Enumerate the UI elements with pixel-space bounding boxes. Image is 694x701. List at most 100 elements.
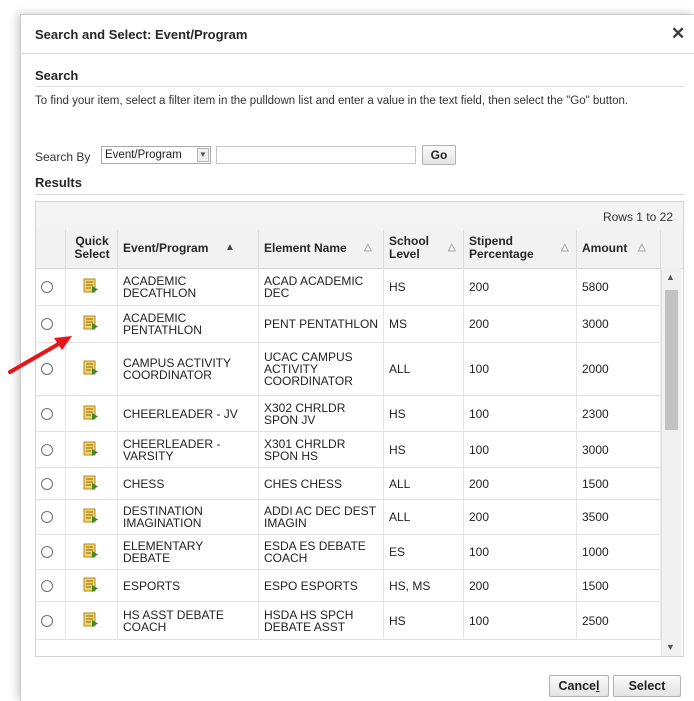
stipend-text: 200 xyxy=(469,578,490,593)
event-program-cell: ELEMENTARY DEBATE xyxy=(118,535,259,569)
amount-text: 3000 xyxy=(582,317,609,331)
event-text: DECATHLON xyxy=(123,285,197,300)
quick-select-icon[interactable] xyxy=(82,315,100,332)
quick-select-icon[interactable] xyxy=(82,441,100,458)
element-name-cell: ESDA ES DEBATE COACH xyxy=(259,535,384,569)
amount-cell: 2300 xyxy=(577,396,661,431)
row-radio[interactable] xyxy=(41,511,53,523)
quick-select-icon[interactable] xyxy=(82,360,100,377)
column-header-stipend-percentage[interactable]: Stipend Percentage △ xyxy=(464,230,577,268)
search-input[interactable] xyxy=(216,146,416,164)
amount-text: 5800 xyxy=(582,279,609,294)
event-program-cell: DESTINATION IMAGINATION xyxy=(118,500,259,534)
table-row[interactable]: HS ASST DEBATE COACH HSDA HS SPCH DEBATE AS… xyxy=(36,602,661,640)
amount-cell: 2500 xyxy=(577,602,661,639)
level-text: ALL xyxy=(389,510,411,524)
element-text: SPON HS xyxy=(264,448,319,463)
quick-select-icon[interactable] xyxy=(82,475,100,492)
element-text: SPON JV xyxy=(264,412,316,427)
element-text: COACH xyxy=(264,551,308,565)
radio-cell xyxy=(36,468,66,499)
column-header-school-level[interactable]: School Level △ xyxy=(384,230,464,268)
table-row[interactable]: ACADEMIC DECATHLON ACAD ACADEMIC DEC HS 200 58… xyxy=(36,268,661,306)
stipend-text: 200 xyxy=(469,279,490,294)
table-row[interactable]: ACADEMIC PENTATHLON PENT PENTATHLON MS 200 30… xyxy=(36,306,661,343)
column-header-element-name[interactable]: Element Name △ xyxy=(259,230,384,268)
table-row[interactable]: CAMPUS ACTIVITY COORDINATOR UCAC CAMPUS ACT… xyxy=(36,343,661,396)
table-row[interactable]: ESPORTS ESPO ESPORTS HS, MS 200 1500 xyxy=(36,570,661,602)
row-radio[interactable] xyxy=(41,280,53,293)
quick-select-icon[interactable] xyxy=(82,278,100,295)
cancel-label: Cance xyxy=(558,679,597,693)
quick-select-cell xyxy=(66,396,118,431)
search-by-select[interactable]: Event/Program ▼ xyxy=(101,146,211,164)
sort-icon[interactable]: △ xyxy=(364,242,372,253)
quick-select-icon[interactable] xyxy=(82,612,100,629)
row-radio[interactable] xyxy=(41,407,53,420)
quick-select-cell xyxy=(66,432,118,467)
amount-text: 2500 xyxy=(582,613,609,628)
amount-cell: 1500 xyxy=(577,570,661,601)
cancel-button[interactable]: Cancel xyxy=(549,675,609,697)
stipend-cell: 100 xyxy=(464,396,577,431)
search-heading-rule xyxy=(35,86,685,87)
quick-select-header-line2: Select xyxy=(74,247,110,261)
table-row[interactable]: CHEERLEADER - JV X302 CHRLDR SPON JV HS 100 2… xyxy=(36,396,661,432)
stipend-text: 100 xyxy=(469,442,490,457)
amount-cell: 3500 xyxy=(577,500,661,534)
stipend-cell: 200 xyxy=(464,306,577,342)
row-radio[interactable] xyxy=(41,363,53,375)
stipend-cell: 200 xyxy=(464,268,577,305)
row-radio[interactable] xyxy=(41,546,53,558)
school-level-cell: ALL xyxy=(384,343,464,395)
element-name-cell: ESPO ESPORTS xyxy=(259,570,384,601)
school-level-cell: HS xyxy=(384,268,464,305)
sort-icon[interactable]: △ xyxy=(561,242,569,253)
sort-icon[interactable]: △ xyxy=(638,242,646,253)
row-radio[interactable] xyxy=(41,443,53,456)
school-level-cell: HS xyxy=(384,602,464,639)
quick-select-header-line1: Quick xyxy=(75,234,109,248)
amount-text: 3500 xyxy=(582,510,609,524)
column-header-amount[interactable]: Amount △ xyxy=(577,230,661,268)
row-radio[interactable] xyxy=(41,477,53,490)
go-button[interactable]: Go xyxy=(422,145,456,165)
scroll-up-icon[interactable]: ▲ xyxy=(666,272,675,282)
quick-select-icon[interactable] xyxy=(82,405,100,422)
row-radio[interactable] xyxy=(41,318,53,330)
quick-select-icon[interactable] xyxy=(82,543,100,560)
row-radio[interactable] xyxy=(41,579,53,592)
select-button[interactable]: Select xyxy=(613,675,681,697)
sort-icon[interactable]: △ xyxy=(448,242,456,253)
column-header-event-program[interactable]: Event/Program ▲ xyxy=(118,230,259,268)
quick-select-icon[interactable] xyxy=(82,577,100,594)
quick-select-cell xyxy=(66,268,118,305)
school-level-header-line2: Level xyxy=(389,247,420,261)
radio-cell xyxy=(36,535,66,569)
element-text: IMAGIN xyxy=(264,516,307,530)
quick-select-cell xyxy=(66,306,118,342)
table-row[interactable]: DESTINATION IMAGINATION ADDI AC DEC DEST IM… xyxy=(36,500,661,535)
row-radio[interactable] xyxy=(41,614,53,627)
stipend-text: 200 xyxy=(469,476,490,491)
table-row[interactable]: CHESS CHES CHESS ALL 200 1500 xyxy=(36,468,661,500)
school-level-cell: HS xyxy=(384,396,464,431)
table-row[interactable]: ELEMENTARY DEBATE ESDA ES DEBATE COACH ES 100… xyxy=(36,535,661,570)
dialog-header: Search and Select: Event/Program ✕ xyxy=(21,15,694,54)
sort-ascending-icon[interactable]: ▲ xyxy=(225,242,235,253)
event-program-cell: CHEERLEADER - JV xyxy=(118,396,259,431)
table-row[interactable]: CHEERLEADER - VARSITY X301 CHRLDR SPON HS HS… xyxy=(36,432,661,468)
search-heading: Search xyxy=(35,68,79,83)
scroll-down-icon[interactable]: ▼ xyxy=(666,642,675,652)
quick-select-icon[interactable] xyxy=(82,508,100,525)
stipend-cell: 100 xyxy=(464,432,577,467)
vertical-scrollbar[interactable]: ▲ ▼ xyxy=(661,268,681,656)
cancel-accesskey: l xyxy=(596,679,600,693)
scrollbar-thumb[interactable] xyxy=(665,290,678,430)
chevron-down-icon[interactable]: ▼ xyxy=(197,148,209,162)
stipend-cell: 100 xyxy=(464,343,577,395)
close-icon[interactable]: ✕ xyxy=(671,24,685,44)
dialog-title: Search and Select: Event/Program xyxy=(35,27,248,42)
column-header-radio xyxy=(36,230,66,268)
results-heading: Results xyxy=(35,175,82,190)
